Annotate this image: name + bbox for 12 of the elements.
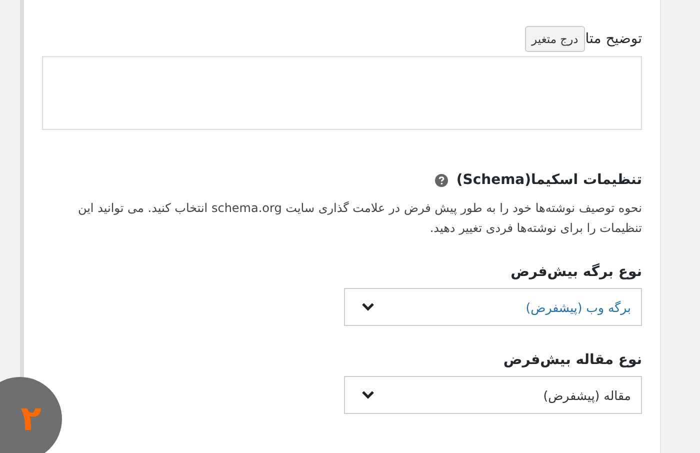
section-description: نحوه توصیف نوشته‌ها خود را به طور پیش فرض در علامت گذاری سایت schema.org انتخاب کنید. می توانید این تنظیمات را برای نوشته‌ها فردی تغییر دهید. <box>76 200 642 237</box>
insert-variable-button[interactable]: درج متغیر <box>524 26 586 52</box>
meta-description-field[interactable] <box>42 56 642 130</box>
field-label: توضیح متا <box>585 31 642 47</box>
dropdown-field[interactable]: مقاله (پیشفرض) <box>344 376 642 414</box>
select-label: نوع برگه بیش‌فرض <box>510 264 642 280</box>
chevron-down-icon <box>361 302 375 312</box>
help-icon[interactable] <box>435 174 448 186</box>
section-heading: تنظیمات اسکیما(Schema) <box>456 172 642 188</box>
select-label: نوع مقاله بیش‌فرض <box>502 352 642 368</box>
dropdown-field[interactable]: برگه وب (پیشفرض) <box>344 288 642 326</box>
chevron-down-icon <box>361 390 375 400</box>
